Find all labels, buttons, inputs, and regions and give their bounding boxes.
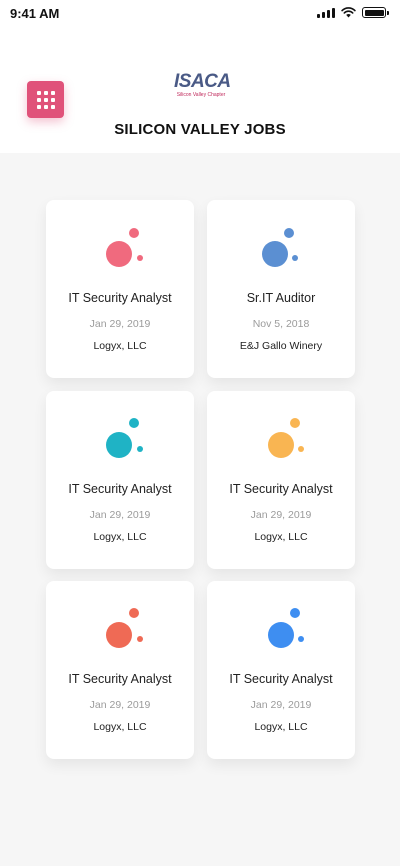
job-company: E&J Gallo Winery xyxy=(239,340,323,352)
job-date: Jan 29, 2019 xyxy=(89,509,151,521)
isaca-logo: ISACA Silicon Valley Chapter xyxy=(174,71,231,99)
signal-icon xyxy=(317,7,335,18)
job-company: Logyx, LLC xyxy=(93,721,147,733)
job-card[interactable]: IT Security Analyst Jan 29, 2019 Logyx, … xyxy=(46,200,194,378)
page-title: SILICON VALLEY JOBS xyxy=(114,121,286,138)
job-bubbles-icon xyxy=(46,581,194,661)
job-title: IT Security Analyst xyxy=(68,291,172,305)
job-title: IT Security Analyst xyxy=(68,672,172,686)
job-card[interactable]: IT Security Analyst Jan 29, 2019 Logyx, … xyxy=(46,391,194,569)
job-card[interactable]: IT Security Analyst Jan 29, 2019 Logyx, … xyxy=(46,581,194,759)
job-card[interactable]: Sr.IT Auditor Nov 5, 2018 E&J Gallo Wine… xyxy=(207,200,355,378)
job-date: Jan 29, 2019 xyxy=(250,699,312,711)
logo-subtext: Silicon Valley Chapter xyxy=(176,92,226,98)
job-company: Logyx, LLC xyxy=(254,531,308,543)
wifi-icon xyxy=(341,7,356,18)
job-title: IT Security Analyst xyxy=(229,482,333,496)
job-company: Logyx, LLC xyxy=(93,340,147,352)
job-bubbles-icon xyxy=(207,200,355,280)
app-header: 9:41 AM ISACA Silicon Valley Chapter SIL… xyxy=(0,0,400,153)
job-date: Nov 5, 2018 xyxy=(252,318,310,330)
job-date: Jan 29, 2019 xyxy=(250,509,312,521)
job-title: Sr.IT Auditor xyxy=(246,291,316,305)
job-date: Jan 29, 2019 xyxy=(89,318,151,330)
job-company: Logyx, LLC xyxy=(93,531,147,543)
menu-grid-button[interactable] xyxy=(27,81,64,118)
logo-text: ISACA xyxy=(174,71,231,92)
job-bubbles-icon xyxy=(46,391,194,471)
job-title: IT Security Analyst xyxy=(229,672,333,686)
status-time: 9:41 AM xyxy=(10,6,60,21)
job-date: Jan 29, 2019 xyxy=(89,699,151,711)
job-card[interactable]: IT Security Analyst Jan 29, 2019 Logyx, … xyxy=(207,581,355,759)
status-bar: 9:41 AM xyxy=(0,0,400,28)
job-bubbles-icon xyxy=(207,581,355,661)
battery-icon xyxy=(362,7,389,18)
job-company: Logyx, LLC xyxy=(254,721,308,733)
job-title: IT Security Analyst xyxy=(68,482,172,496)
job-card[interactable]: IT Security Analyst Jan 29, 2019 Logyx, … xyxy=(207,391,355,569)
job-bubbles-icon xyxy=(207,391,355,471)
job-bubbles-icon xyxy=(46,200,194,280)
status-icons xyxy=(317,7,389,18)
